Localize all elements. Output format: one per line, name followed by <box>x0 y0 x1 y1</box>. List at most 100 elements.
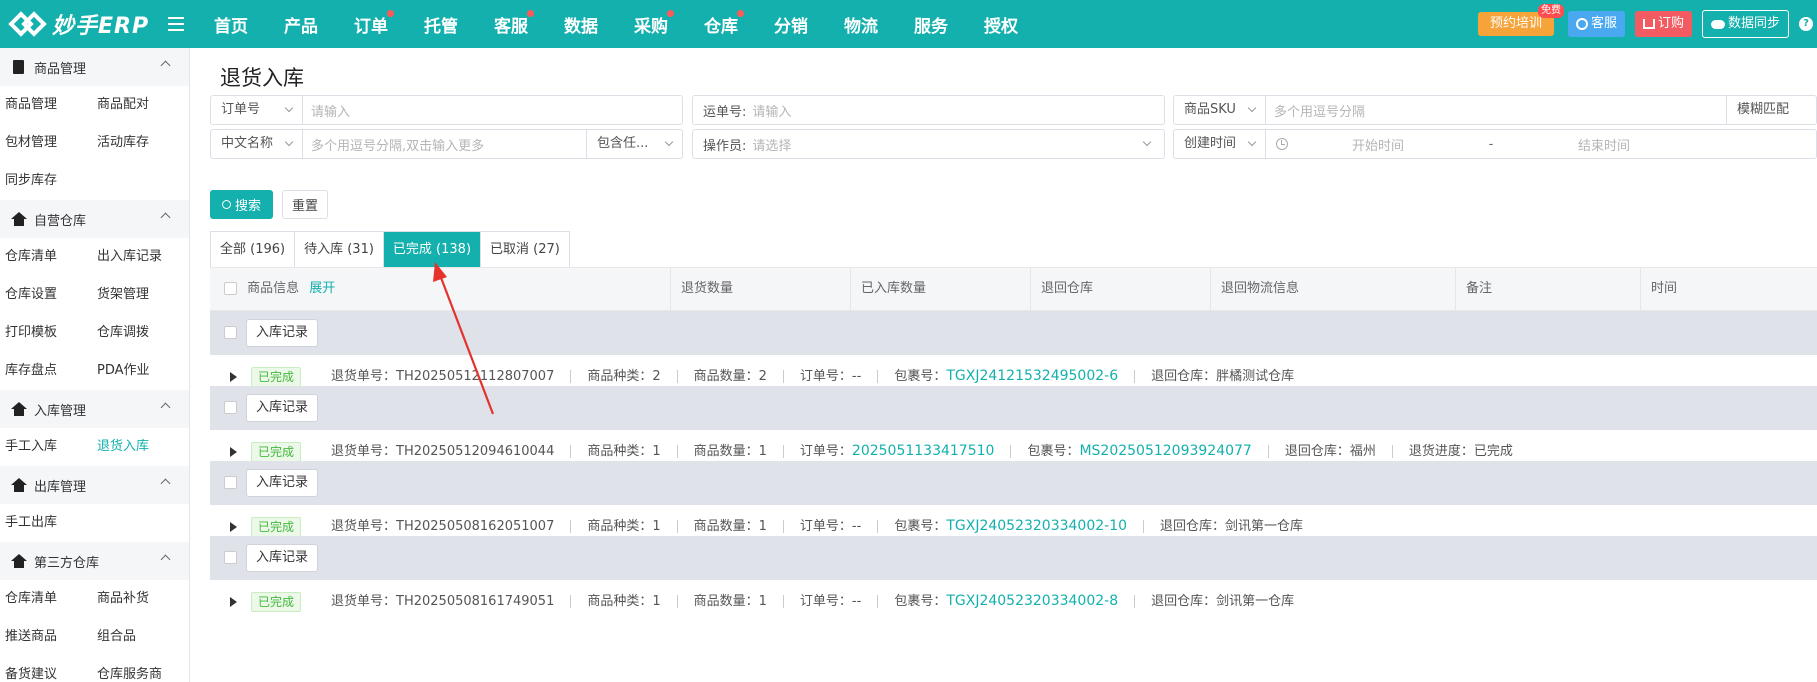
help-icon[interactable]: ? <box>1799 17 1813 31</box>
sidebar-item[interactable]: 手工出库 <box>5 504 97 542</box>
row-checkbox[interactable] <box>224 326 237 339</box>
tab-0[interactable]: 全部 (196) <box>211 232 296 267</box>
sidebar-item[interactable]: 仓库清单 <box>5 238 97 276</box>
expand-arrow-icon[interactable] <box>230 596 237 607</box>
return-no: 退货单号：TH20250508162051007 <box>331 520 572 533</box>
sidebar-item[interactable]: 商品管理 <box>5 86 97 124</box>
nav-item-10[interactable]: 服务 <box>896 12 966 37</box>
sidebar-item[interactable]: 同步库存 <box>5 162 97 200</box>
time-type-select[interactable]: 创建时间 <box>1174 130 1266 158</box>
package-no-link[interactable]: TGXJ24052320334002-10 <box>946 518 1127 534</box>
sku-type-select[interactable]: 商品SKU <box>1174 96 1266 124</box>
row-checkbox[interactable] <box>224 551 237 564</box>
operator-label: 操作员: <box>703 138 747 154</box>
operator-select[interactable]: 请选择 <box>750 135 1144 154</box>
sidebar-item[interactable]: 仓库设置 <box>5 276 97 314</box>
book-training-button[interactable]: 预约培训 免费 <box>1477 4 1564 36</box>
sidebar-item[interactable]: 仓库清单 <box>5 580 97 618</box>
nav-item-11[interactable]: 授权 <box>966 12 1036 37</box>
sidebar-item[interactable]: 仓库调拨 <box>97 314 189 352</box>
data-sync-button[interactable]: 数据同步 <box>1701 10 1789 38</box>
sidebar-item[interactable]: 货架管理 <box>97 276 189 314</box>
sidebar-group-2[interactable]: 入库管理 <box>0 390 189 428</box>
package-no-label: 包裹号： <box>894 369 947 384</box>
package-no-link[interactable]: MS20250512093924077 <box>1079 443 1251 459</box>
sidebar-item[interactable]: 商品补货 <box>97 580 189 618</box>
sidebar-item[interactable]: 库存盘点 <box>5 352 97 390</box>
table-row: 已完成 退货单号：TH20250508161749051 商品种类：1 商品数量：1 订… <box>210 580 1817 623</box>
nav-item-9[interactable]: 物流 <box>826 12 896 37</box>
expand-arrow-icon[interactable] <box>230 371 237 382</box>
nav-item-1[interactable]: 产品 <box>266 12 336 37</box>
package-no-link[interactable]: TGXJ24052320334002-8 <box>946 593 1118 609</box>
tab-2[interactable]: 已完成 (138) <box>383 232 482 267</box>
contains-select[interactable]: 包含任... <box>586 130 682 158</box>
header-return-qty: 退货数量 <box>670 268 733 310</box>
chevron-up-icon[interactable] <box>160 554 171 565</box>
page-title: 退货入库 <box>220 66 304 90</box>
customer-service-button[interactable]: 客服 <box>1567 11 1625 37</box>
sidebar-item[interactable]: 打印模板 <box>5 314 97 352</box>
expand-arrow-icon[interactable] <box>230 521 237 532</box>
select-all-checkbox[interactable] <box>224 282 237 295</box>
expand-link[interactable]: 展开 <box>309 281 335 296</box>
nav-item-8[interactable]: 分销 <box>756 12 826 37</box>
sidebar-item[interactable]: 组合品 <box>97 618 189 656</box>
record-bar: 入库记录 <box>210 536 1817 580</box>
sidebar-item[interactable]: 退货入库 <box>97 428 189 466</box>
nav-item-2[interactable]: 订单 <box>336 9 406 37</box>
stock-in-record-button[interactable]: 入库记录 <box>246 319 319 347</box>
waybill-input[interactable]: 请输入 <box>750 101 1164 120</box>
order-button[interactable]: 订购 <box>1634 11 1692 37</box>
sidebar-group-4[interactable]: 第三方仓库 <box>0 542 189 580</box>
match-mode-select[interactable]: 模糊匹配 <box>1726 96 1816 124</box>
chevron-up-icon[interactable] <box>160 212 171 223</box>
start-time-input[interactable]: 开始时间 <box>1288 135 1468 154</box>
stock-in-record-button[interactable]: 入库记录 <box>246 394 319 422</box>
sidebar-group-3[interactable]: 出库管理 <box>0 466 189 504</box>
chevron-up-icon[interactable] <box>160 60 171 71</box>
sidebar-group-1[interactable]: 自营仓库 <box>0 200 189 238</box>
order-no-type-select[interactable]: 订单号 <box>211 96 303 124</box>
sidebar-item[interactable]: 包材管理 <box>5 124 97 162</box>
time-select-label: 创建时间 <box>1184 136 1237 151</box>
sidebar-item[interactable]: 仓库服务商 <box>97 656 189 682</box>
sidebar-group-0[interactable]: 商品管理 <box>0 48 189 86</box>
stock-in-record-button[interactable]: 入库记录 <box>246 469 319 497</box>
sidebar-item[interactable]: PDA作业 <box>97 352 189 390</box>
nav-item-6[interactable]: 采购 <box>616 9 686 37</box>
sidebar-item[interactable]: 出入库记录 <box>97 238 189 276</box>
row-checkbox[interactable] <box>224 476 237 489</box>
chevron-up-icon[interactable] <box>160 478 171 489</box>
package-no: 包裹号：TGXJ24052320334002-8 <box>894 593 1136 609</box>
menu-toggle-icon[interactable] <box>168 17 184 31</box>
order-no-input[interactable]: 请输入 <box>303 101 682 120</box>
app-logo[interactable]: 妙手ERP <box>0 8 160 40</box>
package-no-link[interactable]: TGXJ24121532495002-6 <box>946 368 1118 384</box>
cn-name-type-select[interactable]: 中文名称 <box>211 130 303 158</box>
sidebar-item[interactable]: 手工入库 <box>5 428 97 466</box>
nav-item-3[interactable]: 托管 <box>406 12 476 37</box>
nav-item-0[interactable]: 首页 <box>196 12 266 37</box>
reset-button[interactable]: 重置 <box>282 190 328 219</box>
nav-item-4[interactable]: 客服 <box>476 9 546 37</box>
tab-3[interactable]: 已取消 (27) <box>481 232 569 267</box>
sidebar-item[interactable]: 备货建议 <box>5 656 97 682</box>
nav-item-5[interactable]: 数据 <box>546 12 616 37</box>
order-no-value[interactable]: 2025051133417510 <box>852 443 995 459</box>
sidebar-item[interactable]: 推送商品 <box>5 618 97 656</box>
nav-item-7[interactable]: 仓库 <box>686 9 756 37</box>
row-checkbox[interactable] <box>224 401 237 414</box>
tab-1[interactable]: 待入库 (31) <box>295 232 384 267</box>
end-time-input[interactable]: 结束时间 <box>1514 135 1694 154</box>
operator-filter[interactable]: 操作员: 请选择 <box>692 129 1165 159</box>
search-button[interactable]: 搜索 <box>210 190 273 219</box>
chevron-up-icon[interactable] <box>160 402 171 413</box>
order-no-filter: 订单号 请输入 <box>210 95 683 125</box>
cn-name-input[interactable]: 多个用逗号分隔,双击输入更多 <box>303 135 586 154</box>
expand-arrow-icon[interactable] <box>230 446 237 457</box>
sidebar-item[interactable]: 商品配对 <box>97 86 189 124</box>
sidebar-item[interactable]: 活动库存 <box>97 124 189 162</box>
stock-in-record-button[interactable]: 入库记录 <box>246 544 319 572</box>
sku-input[interactable]: 多个用逗号分隔 <box>1266 101 1726 120</box>
